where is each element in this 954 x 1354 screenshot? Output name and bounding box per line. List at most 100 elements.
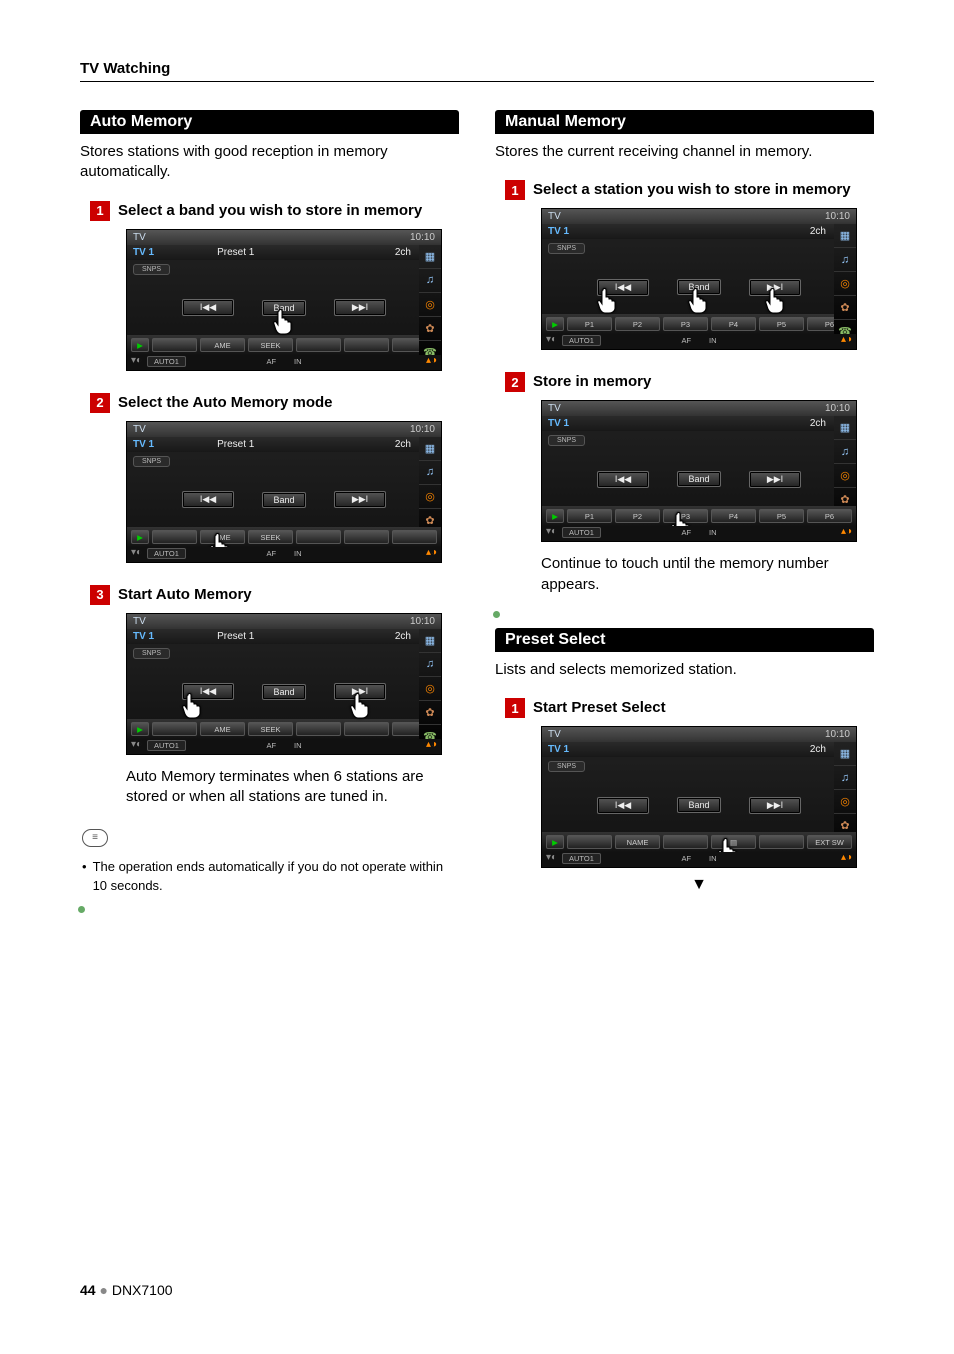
band-button[interactable]: Band [677, 471, 721, 487]
section-auto-memory-title: Auto Memory [80, 110, 459, 134]
extsw-mini[interactable]: EXT SW [807, 835, 852, 849]
p3-mini[interactable]: P3 [663, 317, 708, 331]
ame-mini[interactable]: AME [200, 530, 245, 544]
band-button[interactable]: Band [262, 684, 306, 700]
shot-time: 10:10 [410, 616, 435, 627]
snps-pill: SNPS [133, 456, 170, 467]
blank-mini[interactable] [344, 338, 389, 352]
seek-mini[interactable]: SEEK [248, 338, 293, 352]
p5-mini[interactable]: P5 [759, 509, 804, 523]
auto1-pill: AUTO1 [562, 853, 601, 864]
play-mini[interactable]: ▶ [546, 509, 564, 523]
tv-screenshot: ▦ ♫ ◎ ✿ ☎ TV10:10 TV 1 Preset 1 2ch SNPS [126, 229, 442, 371]
preset-label: Preset 1 [217, 439, 254, 450]
prev-button[interactable]: I◀◀ [597, 471, 649, 488]
p6-mini[interactable]: P6 [807, 509, 852, 523]
p2-mini[interactable]: P2 [615, 509, 660, 523]
p4-mini[interactable]: P4 [711, 509, 756, 523]
blank-mini[interactable] [392, 530, 437, 544]
header-rule [80, 81, 874, 82]
shot-time: 10:10 [825, 729, 850, 740]
shot-time: 10:10 [825, 403, 850, 414]
play-mini[interactable]: ▶ [131, 722, 149, 736]
seek-mini[interactable]: SEEK [248, 722, 293, 736]
prev-button[interactable]: I◀◀ [182, 491, 234, 508]
next-button[interactable]: ▶▶I [334, 683, 386, 700]
shot-title: TV [548, 403, 561, 414]
band-button[interactable]: Band [677, 279, 721, 295]
step-title: Select the Auto Memory mode [118, 393, 332, 413]
list-mini[interactable]: ▤ [711, 835, 756, 849]
prev-button[interactable]: I◀◀ [182, 299, 234, 316]
p5-mini[interactable]: P5 [759, 317, 804, 331]
prev-button[interactable]: I◀◀ [182, 683, 234, 700]
step-title: Select a band you wish to store in memor… [118, 201, 422, 221]
note-text: The operation ends automatically if you … [93, 857, 459, 896]
p1-mini[interactable]: P1 [567, 317, 612, 331]
p2-mini[interactable]: P2 [615, 317, 660, 331]
footer-model: DNX7100 [112, 1282, 173, 1298]
blank-mini[interactable] [296, 530, 341, 544]
next-button[interactable]: ▶▶I [749, 279, 801, 296]
in-label: IN [709, 854, 717, 863]
preset-label: Preset 1 [217, 247, 254, 258]
blank-mini[interactable] [296, 338, 341, 352]
up-caret-icon: ▴◑ [426, 739, 437, 750]
af-label: AF [681, 528, 691, 537]
channel-label: 2ch [810, 226, 826, 237]
blank-mini[interactable] [296, 722, 341, 736]
continue-arrow-icon: ▼ [541, 876, 857, 894]
auto1-pill: AUTO1 [147, 356, 186, 367]
play-mini[interactable]: ▶ [546, 835, 564, 849]
channel-label: 2ch [810, 418, 826, 429]
play-mini[interactable]: ▶ [546, 317, 564, 331]
ame-mini[interactable]: AME [200, 338, 245, 352]
next-button[interactable]: ▶▶I [334, 491, 386, 508]
name-mini[interactable]: NAME [615, 835, 660, 849]
band-button[interactable]: Band [262, 300, 306, 316]
right-step-2: 2 Store in memory ▦ ♫ ◎ ✿ ☎ TV10:10 TV 1… [505, 372, 874, 595]
next-button[interactable]: ▶▶I [334, 299, 386, 316]
blank-mini[interactable] [759, 835, 804, 849]
right2-step-1: 1 Start Preset Select ▦ ♫ ◎ ✿ ☎ TV10:10 … [505, 698, 874, 894]
side-icon-tuner: ▦ [834, 415, 856, 439]
blank-mini[interactable] [152, 338, 197, 352]
play-mini[interactable]: ▶ [131, 530, 149, 544]
up-caret-icon: ▴◑ [426, 547, 437, 558]
next-button[interactable]: ▶▶I [749, 471, 801, 488]
ame-mini[interactable]: AME [200, 722, 245, 736]
bullet-icon: • [82, 857, 87, 877]
tv-screenshot: ▦ ♫ ◎ ✿ ☎ TV10:10 TV 1 Preset 1 2ch SNPS [126, 613, 442, 755]
blank-mini[interactable] [567, 835, 612, 849]
page-header: TV Watching [80, 60, 874, 77]
blank-mini[interactable] [152, 530, 197, 544]
shot-title: TV [133, 232, 146, 243]
down-caret-icon: ▾◐ [131, 547, 142, 558]
auto1-pill: AUTO1 [147, 548, 186, 559]
next-button[interactable]: ▶▶I [749, 797, 801, 814]
step-number: 2 [90, 393, 110, 413]
p4-mini[interactable]: P4 [711, 317, 756, 331]
shot-time: 10:10 [410, 232, 435, 243]
blank-mini[interactable] [663, 835, 708, 849]
blank-mini[interactable] [344, 722, 389, 736]
left-column: Auto Memory Stores stations with good re… [80, 110, 459, 916]
channel-label: 2ch [810, 744, 826, 755]
p3-mini[interactable]: P3 [663, 509, 708, 523]
prev-button[interactable]: I◀◀ [597, 279, 649, 296]
band-button[interactable]: Band [262, 492, 306, 508]
band-button[interactable]: Band [677, 797, 721, 813]
down-caret-icon: ▾◐ [546, 852, 557, 863]
play-mini[interactable]: ▶ [131, 338, 149, 352]
p1-mini[interactable]: P1 [567, 509, 612, 523]
preset-label: Preset 1 [217, 631, 254, 642]
blank-mini[interactable] [344, 530, 389, 544]
right-step2-caption: Continue to touch until the memory numbe… [541, 554, 874, 595]
side-icon-tuner: ▦ [834, 741, 856, 765]
snps-pill: SNPS [548, 243, 585, 254]
side-icon-tuner: ▦ [419, 628, 441, 652]
section-auto-memory-desc: Stores stations with good reception in m… [80, 142, 459, 183]
blank-mini[interactable] [152, 722, 197, 736]
seek-mini[interactable]: SEEK [248, 530, 293, 544]
prev-button[interactable]: I◀◀ [597, 797, 649, 814]
